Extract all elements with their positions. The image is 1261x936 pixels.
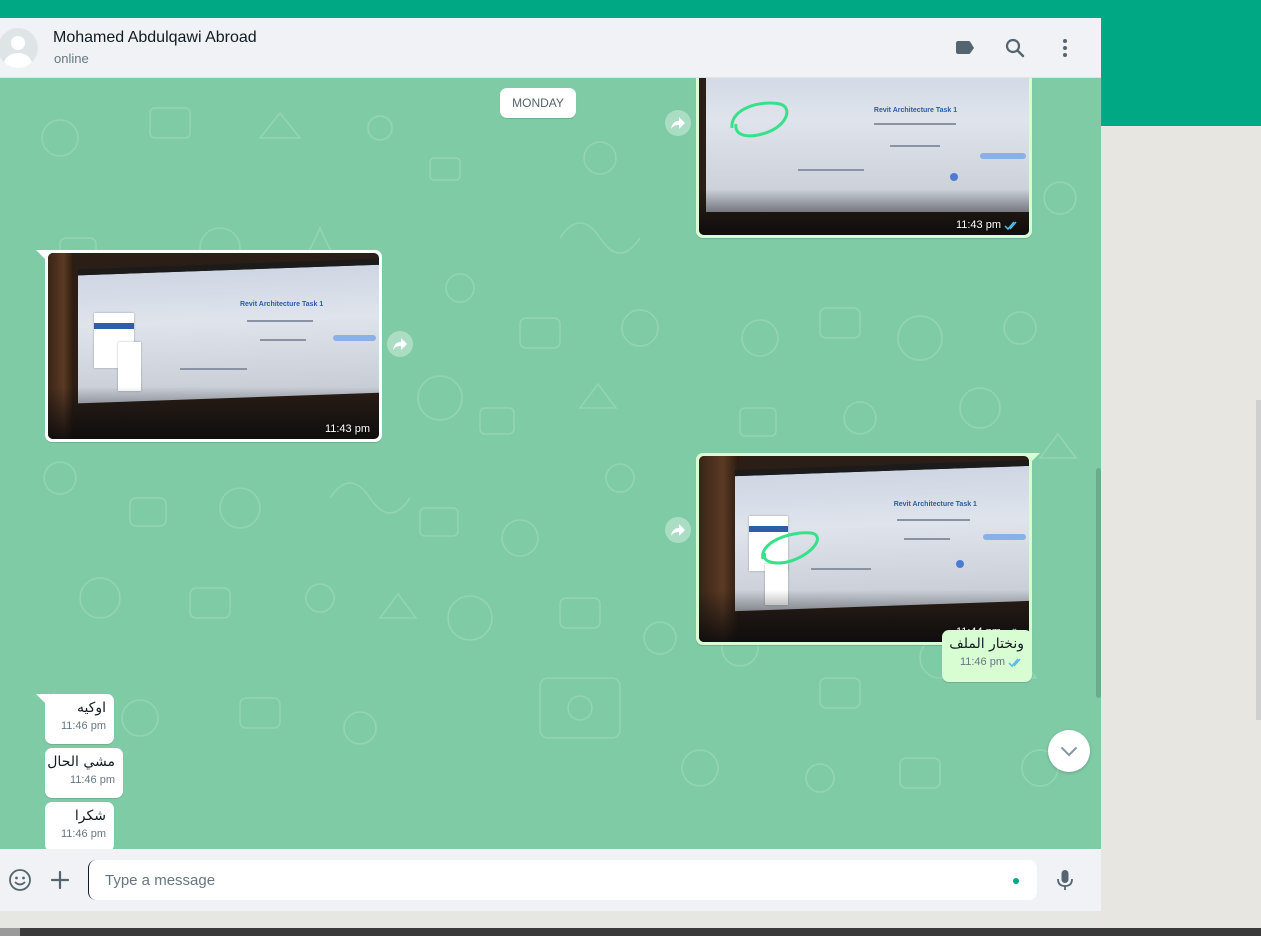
forward-button[interactable] (665, 517, 691, 543)
photo-caption-text: Revit Architecture Task 1 (873, 107, 958, 115)
message-text: اوكيه (76, 700, 106, 716)
chat-window: Mohamed Abdulqawi Abroad online MONDAY R… (0, 18, 1101, 911)
microphone-icon[interactable] (1053, 868, 1077, 892)
contact-status: online (54, 51, 89, 66)
read-ticks-icon (1004, 221, 1017, 230)
message-photo[interactable]: Revit Architecture Task 1 (48, 253, 379, 439)
menu-icon[interactable] (1053, 36, 1077, 60)
chat-scrollbar[interactable] (1096, 468, 1101, 698)
forward-icon (671, 524, 685, 536)
message-photo[interactable]: Revit Architecture Task 1 (699, 456, 1029, 642)
message-input[interactable] (88, 860, 1037, 900)
text-message[interactable]: ونختار الملف 11:46 pm (942, 630, 1032, 682)
contact-avatar[interactable] (0, 28, 38, 68)
message-photo[interactable]: Revit Architecture Task 1 (699, 78, 1029, 235)
photo-caption-text: Revit Architecture Task 1 (893, 500, 977, 508)
highlight-circle (761, 531, 819, 565)
message-meta: 11:46 pm (950, 656, 1024, 668)
chat-header: Mohamed Abdulqawi Abroad online (0, 18, 1101, 78)
message-time: 11:43 pm (956, 219, 1020, 231)
message-time: 11:46 pm (60, 720, 106, 732)
scroll-to-bottom-button[interactable] (1048, 730, 1090, 772)
grammar-indicator-dot (1013, 878, 1019, 884)
text-message[interactable]: اوكيه 11:46 pm (45, 694, 114, 744)
message-time: 11:46 pm (69, 774, 115, 786)
chevron-down-icon (1061, 747, 1077, 757)
side-panel-background (1101, 126, 1261, 930)
attach-plus-icon[interactable] (48, 868, 72, 892)
message-time: 11:46 pm (959, 656, 1005, 668)
message-composer (0, 849, 1101, 911)
message-text: ونختار الملف (949, 636, 1024, 652)
message-meta: 11:46 pm (53, 720, 106, 732)
forward-icon (671, 117, 685, 129)
message-meta: 11:46 pm (53, 828, 106, 840)
contact-name[interactable]: Mohamed Abdulqawi Abroad (53, 29, 257, 47)
taskbar-strip (0, 928, 1261, 936)
emoji-icon[interactable] (8, 868, 32, 892)
label-icon[interactable] (953, 36, 977, 60)
message-text: شكرا (74, 808, 106, 824)
search-icon[interactable] (1003, 36, 1027, 60)
window-scrollbar[interactable] (1256, 400, 1261, 720)
message-time: 11:46 pm (60, 828, 106, 840)
message-time: 11:43 pm (324, 423, 370, 435)
image-message[interactable]: Revit Architecture Task 1 11:43 pm (45, 250, 382, 442)
message-meta: 11:46 pm (53, 774, 115, 786)
taskbar-strip-edge (0, 928, 20, 936)
text-message[interactable]: مشي الحال 11:46 pm (45, 748, 123, 798)
text-message[interactable]: شكرا 11:46 pm (45, 802, 114, 849)
forward-icon (393, 338, 407, 350)
forward-button[interactable] (387, 331, 413, 357)
image-message[interactable]: Revit Architecture Task 1 11:43 pm (696, 78, 1032, 238)
message-text: مشي الحال (47, 754, 115, 770)
day-separator: MONDAY (500, 88, 576, 118)
forward-button[interactable] (665, 110, 691, 136)
read-ticks-icon (1008, 658, 1021, 667)
photo-caption-text: Revit Architecture Task 1 (239, 301, 324, 309)
chat-wallpaper: MONDAY Revit Architecture Task 1 11:43 p… (0, 78, 1101, 849)
image-message[interactable]: Revit Architecture Task 1 11:44 pm (696, 453, 1032, 645)
highlight-circle (730, 101, 789, 138)
